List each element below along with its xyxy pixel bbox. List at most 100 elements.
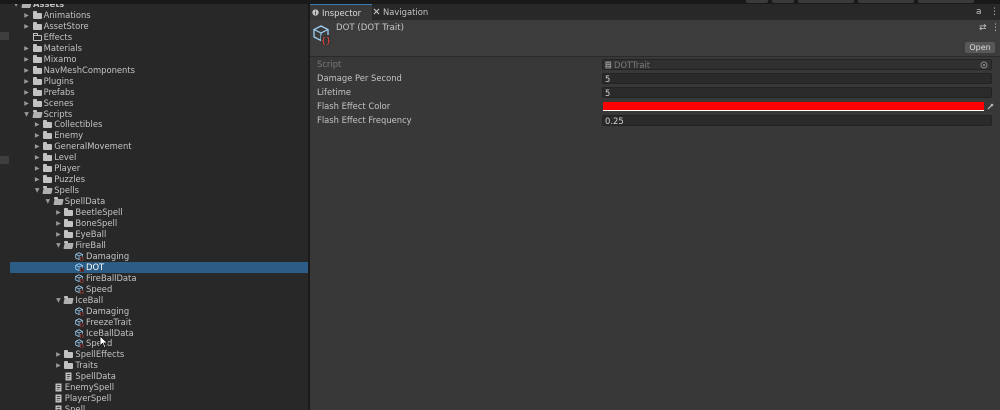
tree-item[interactable]: {} DOT [10,261,308,273]
tree-item[interactable]: ▶ Level [10,152,308,163]
tree-item[interactable]: ▶ Puzzles [10,174,308,185]
tree-item[interactable]: {} Speed [10,284,308,295]
tree-item[interactable]: ▶ EyeBall [10,229,308,240]
folder-icon [32,43,42,53]
tree-item[interactable]: ▶ AssetStore [10,21,308,32]
tree-item[interactable]: ▶ Collectibles [10,119,308,130]
tree-item[interactable]: ▶ Player [10,163,308,174]
damage-per-second-input[interactable]: 5 [602,73,992,84]
tree-item-label: Effects [43,31,73,42]
flash-color-swatch[interactable] [603,102,984,111]
tree-item[interactable]: ▶ Mixamo [10,54,308,65]
settings-icon[interactable]: ⇄ [979,23,987,33]
tree-item-label: Puzzles [54,174,86,185]
tree-item[interactable]: ▼ Scripts [10,109,308,120]
folder-open-icon [64,295,73,305]
expand-arrow-right-icon[interactable]: ▶ [23,87,31,98]
tree-item[interactable]: ▶ BeetleSpell [10,207,308,218]
tree-item[interactable]: ▶ NavMeshComponents [10,65,308,76]
field-flash-effect-color: Flash Effect Color [310,100,1000,113]
expand-arrow-right-icon[interactable]: ▶ [54,207,62,218]
expand-arrow-right-icon[interactable]: ▶ [54,229,62,240]
toolbar-button[interactable] [918,0,974,3]
folder-icon [32,87,42,97]
tree-item[interactable]: ▶ BoneSpell [10,218,308,229]
tree-item[interactable]: ▶ SpellEffects [10,349,308,360]
left-edge-panel [0,4,10,410]
tree-item[interactable]: ▼ SpellData [10,196,308,207]
expand-arrow-right-icon[interactable]: ▶ [23,10,31,21]
expand-arrow-right-icon[interactable]: ▶ [33,119,41,130]
tree-item[interactable]: {} Damaging [10,251,308,262]
flash-effect-frequency-input[interactable]: 0.25 [602,115,992,126]
object-picker-icon[interactable] [980,61,988,69]
tree-item[interactable]: ▼ Spells [10,185,308,196]
expand-arrow-right-icon[interactable]: ▶ [33,130,41,141]
folder-icon [64,350,74,359]
toolbar-button[interactable] [746,0,768,3]
info-icon [312,9,319,16]
tree-item[interactable]: ▶ Plugins [10,76,308,87]
expand-arrow-down-icon[interactable]: ▼ [54,240,62,251]
tree-item[interactable]: ▶ Prefabs [10,87,308,98]
open-button[interactable]: Open [965,42,995,53]
expand-arrow-right-icon[interactable]: ▶ [33,141,41,152]
lock-icon[interactable]: a [976,7,982,17]
tree-item[interactable]: ▶ Enemy [10,130,308,141]
tree-item[interactable]: SpellData [10,371,308,382]
tree-item-label: FireBall [75,239,106,250]
expand-arrow-down-icon[interactable]: ▼ [44,196,52,207]
expand-arrow-right-icon[interactable]: ▶ [23,76,31,87]
tree-item[interactable]: {} IceBallData [10,328,308,339]
expand-arrow-right-icon[interactable]: ▶ [33,152,41,163]
toolbar-button[interactable] [858,0,914,3]
expand-arrow-right-icon[interactable]: ▶ [54,360,62,371]
eyedropper-icon[interactable] [987,102,995,110]
expand-arrow-right-icon[interactable]: ▶ [23,21,31,32]
tree-item[interactable]: Effects [10,32,308,43]
folder-icon [43,131,53,140]
expand-arrow-right-icon[interactable]: ▶ [23,65,31,76]
toolbar-button[interactable] [772,0,794,3]
tree-item[interactable]: ▼ FireBall [10,240,308,251]
tree-item[interactable]: {} FreezeTrait [10,317,308,328]
script-object-field[interactable]: DOTTrait [602,59,992,70]
tree-item[interactable]: EnemySpell [10,382,308,393]
expand-arrow-right-icon[interactable]: ▶ [33,174,41,185]
tab-menu-icon[interactable]: ⋮ [990,7,999,17]
expand-arrow-down-icon[interactable]: ▼ [54,295,62,306]
expand-arrow-right-icon[interactable]: ▶ [23,54,31,65]
folder-icon [32,65,42,75]
tab-bar: Inspector Navigation a ⋮ [310,4,1000,21]
tree-item[interactable]: ▶ GeneralMovement [10,141,308,152]
expand-arrow-down-icon[interactable]: ▼ [33,185,41,196]
expand-arrow-right-icon[interactable]: ▶ [54,218,62,229]
tab-inspector[interactable]: Inspector [310,4,372,21]
toolbar-button[interactable] [798,0,854,3]
script-file-icon [605,61,612,69]
expand-arrow-right-icon[interactable]: ▶ [33,163,41,174]
tab-navigation[interactable]: Navigation [371,4,447,20]
tree-item[interactable]: {} Damaging [10,306,308,317]
tree-item-label: BoneSpell [75,218,118,228]
expand-arrow-right-icon[interactable]: ▶ [54,349,62,360]
tree-item-label: IceBallData [86,327,134,338]
tree-item[interactable]: Spell [10,404,308,410]
tree-item-label: Spell [64,404,86,410]
expand-arrow-down-icon[interactable]: ▼ [23,109,31,120]
tree-item[interactable]: PlayerSpell [10,393,308,404]
lifetime-input[interactable]: 5 [602,87,992,98]
tree-item-label: FreezeTrait [86,316,132,327]
tree-item[interactable]: {} Speed [10,338,308,349]
tree-item[interactable]: {} FireBallData [10,273,308,284]
tree-item[interactable]: ▶ Animations [10,10,308,21]
header-menu-icon[interactable]: ⋮ [991,23,1000,33]
tree-item[interactable]: ▶ Traits [10,360,308,371]
tree-item-label: DOT [86,261,105,272]
expand-arrow-right-icon[interactable]: ▶ [23,98,31,109]
svg-text:{}: {} [79,278,84,283]
tree-item[interactable]: ▶ Scenes [10,98,308,109]
tree-item[interactable]: ▼ IceBall [10,295,308,306]
expand-arrow-right-icon[interactable]: ▶ [23,43,31,54]
tree-item[interactable]: ▶ Materials [10,43,308,54]
